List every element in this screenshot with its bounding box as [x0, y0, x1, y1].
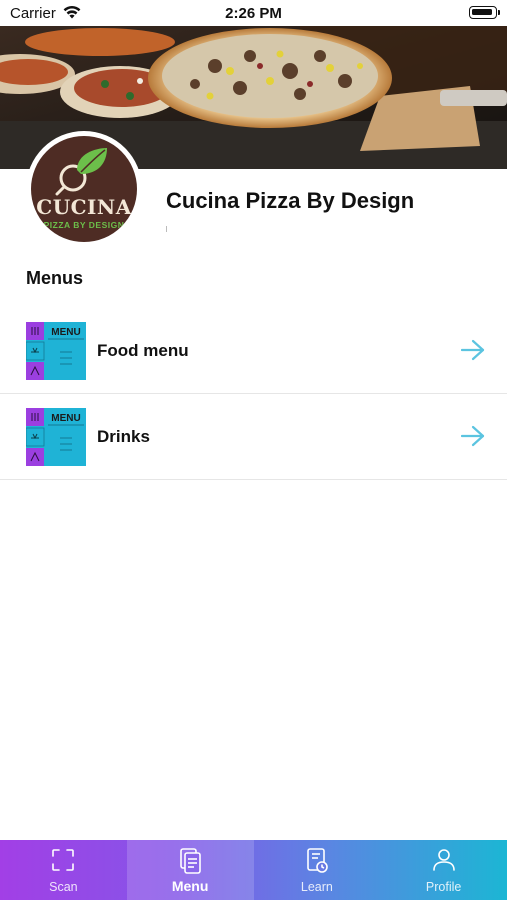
restaurant-logo: CUCINA PIZZA BY DESIGN	[26, 131, 142, 247]
menu-item-label: Food menu	[97, 341, 189, 360]
menu-thumbnail-label: MENU	[51, 413, 80, 424]
pizza-peel-leaf-icon	[55, 148, 107, 196]
bottom-tab-bar: Scan Menu Learn Profile	[0, 840, 507, 900]
logo-badge: CUCINA PIZZA BY DESIGN	[31, 136, 137, 242]
tab-menu[interactable]: Menu	[126, 840, 254, 900]
menu-item-drinks[interactable]: MENU Drinks	[0, 394, 507, 480]
profile-icon	[432, 849, 455, 871]
restaurant-subtitle-mark	[166, 226, 169, 232]
menu-thumbnail-icon: MENU	[26, 322, 86, 380]
tab-label: Profile	[425, 880, 462, 894]
arrow-right-icon[interactable]	[461, 339, 485, 361]
tab-label: Learn	[300, 880, 333, 894]
tab-profile[interactable]: Profile	[380, 840, 507, 900]
restaurant-name: Cucina Pizza By Design	[166, 188, 415, 213]
tab-scan[interactable]: Scan	[0, 840, 127, 900]
tab-label: Scan	[49, 880, 78, 894]
arrow-right-icon[interactable]	[461, 425, 485, 447]
menu-item-label: Drinks	[97, 427, 150, 446]
menu-icon	[180, 848, 201, 874]
tab-learn[interactable]: Learn	[254, 840, 381, 900]
tab-label: Menu	[171, 878, 209, 894]
logo-tagline: PIZZA BY DESIGN	[43, 220, 125, 230]
status-time: 2:26 PM	[225, 5, 282, 22]
menu-list: MENU Food menu MENU Drinks	[0, 308, 507, 480]
menu-thumbnail-icon: MENU	[26, 408, 86, 466]
menu-thumbnail-label: MENU	[51, 327, 80, 338]
menus-section-title: Menus	[26, 268, 84, 288]
learn-icon	[307, 848, 328, 873]
scan-icon	[52, 849, 75, 871]
menu-item-food[interactable]: MENU Food menu	[0, 308, 507, 394]
logo-wordmark: CUCINA	[36, 195, 132, 219]
status-bar: Carrier 2:26 PM	[0, 0, 507, 26]
battery-icon	[469, 6, 500, 19]
